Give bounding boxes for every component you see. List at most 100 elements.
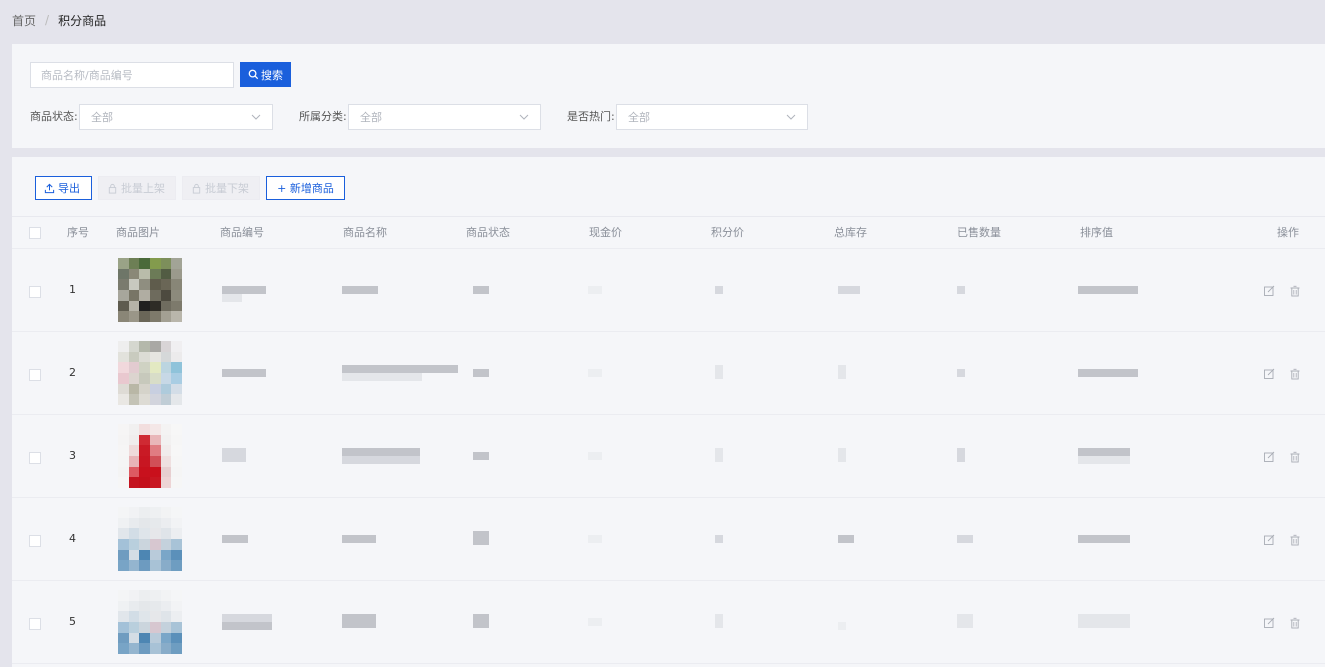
redacted-cash <box>588 618 602 626</box>
status-filter-value: 全部 <box>91 111 113 124</box>
redacted-code <box>222 294 242 302</box>
redacted-sort <box>1078 614 1130 628</box>
redacted-name <box>342 456 420 464</box>
redacted-sold <box>957 614 973 628</box>
search-button-label: 搜索 <box>261 68 283 82</box>
redacted-sort <box>1078 286 1138 294</box>
redacted-points <box>715 286 723 294</box>
search-input[interactable] <box>30 62 234 88</box>
edit-icon[interactable] <box>1263 451 1275 463</box>
redacted-status <box>473 369 489 377</box>
hot-filter-select[interactable]: 全部 <box>616 104 808 130</box>
edit-icon[interactable] <box>1263 368 1275 380</box>
redacted-name <box>342 535 376 543</box>
trash-icon[interactable] <box>1289 368 1301 380</box>
column-header: 商品编号 <box>220 226 264 239</box>
product-image[interactable] <box>118 258 182 322</box>
select-all-checkbox[interactable] <box>29 227 41 239</box>
lock-icon <box>108 183 117 194</box>
row-checkbox[interactable] <box>29 452 41 464</box>
toolbar: 导出 批量上架 批量下架 + 新增商品 <box>35 176 345 200</box>
redacted-points <box>715 448 723 462</box>
product-image[interactable] <box>118 341 182 405</box>
edit-icon[interactable] <box>1263 534 1275 546</box>
redacted-name <box>342 373 422 381</box>
redacted-stock <box>838 622 846 630</box>
table-header: 序号 商品图片 商品编号 商品名称 商品状态 现金价 积分价 总库存 已售数量 … <box>12 217 1325 249</box>
table-row: 4 <box>12 498 1325 581</box>
trash-icon[interactable] <box>1289 617 1301 629</box>
row-checkbox[interactable] <box>29 618 41 630</box>
redacted-stock <box>838 535 854 543</box>
table-row: 2 <box>12 332 1325 415</box>
row-checkbox[interactable] <box>29 369 41 381</box>
column-header: 积分价 <box>711 226 744 239</box>
redacted-sort <box>1078 456 1130 464</box>
hot-filter-value: 全部 <box>628 111 650 124</box>
column-header: 总库存 <box>834 226 867 239</box>
column-header: 商品名称 <box>343 226 387 239</box>
export-button[interactable]: 导出 <box>35 176 92 200</box>
redacted-code <box>222 535 248 543</box>
trash-icon[interactable] <box>1289 285 1301 297</box>
breadcrumb: 首页 / 积分商品 <box>12 12 106 28</box>
redacted-stock <box>838 365 846 379</box>
category-filter-label: 所属分类: <box>299 110 347 123</box>
row-seq: 3 <box>69 449 76 462</box>
category-filter-select[interactable]: 全部 <box>348 104 541 130</box>
redacted-status <box>473 286 489 294</box>
redacted-sold <box>957 448 965 462</box>
product-image[interactable] <box>118 507 182 571</box>
batch-on-button-label: 批量上架 <box>121 182 165 195</box>
add-product-button[interactable]: + 新增商品 <box>266 176 345 200</box>
redacted-sort <box>1078 448 1130 456</box>
search-icon <box>248 69 259 80</box>
breadcrumb-current: 积分商品 <box>58 13 107 28</box>
redacted-name <box>342 614 376 628</box>
product-image[interactable] <box>118 424 182 488</box>
redacted-stock <box>838 448 846 462</box>
edit-icon[interactable] <box>1263 617 1275 629</box>
trash-icon[interactable] <box>1289 451 1301 463</box>
table-row: 3 <box>12 415 1325 498</box>
column-header: 商品状态 <box>466 226 510 239</box>
edit-icon[interactable] <box>1263 285 1275 297</box>
redacted-status <box>473 452 489 460</box>
redacted-code <box>222 614 272 622</box>
table-row: 5 <box>12 581 1325 664</box>
redacted-stock <box>838 286 860 294</box>
redacted-points <box>715 365 723 379</box>
redacted-code <box>222 622 272 630</box>
export-button-label: 导出 <box>58 182 80 195</box>
add-product-button-label: + 新增商品 <box>277 182 334 195</box>
redacted-cash <box>588 452 602 460</box>
redacted-points <box>715 535 723 543</box>
redacted-status <box>473 614 489 628</box>
batch-off-button[interactable]: 批量下架 <box>182 176 260 200</box>
product-image[interactable] <box>118 590 182 654</box>
trash-icon[interactable] <box>1289 534 1301 546</box>
table-panel: 导出 批量上架 批量下架 + 新增商品 序号 商品图片 商品编号 商品名称 商品… <box>12 157 1325 667</box>
breadcrumb-home[interactable]: 首页 <box>12 12 36 29</box>
row-checkbox[interactable] <box>29 286 41 298</box>
lock-icon <box>192 183 201 194</box>
hot-filter-label: 是否热门: <box>567 110 615 123</box>
batch-on-button[interactable]: 批量上架 <box>98 176 176 200</box>
redacted-name <box>342 286 378 294</box>
chevron-down-icon <box>251 114 261 120</box>
status-filter-select[interactable]: 全部 <box>79 104 273 130</box>
column-header: 商品图片 <box>116 226 160 239</box>
redacted-sort <box>1078 369 1138 377</box>
search-button[interactable]: 搜索 <box>240 62 291 87</box>
breadcrumb-separator: / <box>45 13 50 27</box>
upload-icon <box>44 183 55 193</box>
redacted-sort <box>1078 535 1130 543</box>
row-seq: 2 <box>69 366 76 379</box>
chevron-down-icon <box>519 114 529 120</box>
redacted-status <box>473 531 489 545</box>
redacted-points <box>715 614 723 628</box>
table-row: 1 <box>12 249 1325 332</box>
row-checkbox[interactable] <box>29 535 41 547</box>
redacted-code <box>222 286 266 294</box>
chevron-down-icon <box>786 114 796 120</box>
